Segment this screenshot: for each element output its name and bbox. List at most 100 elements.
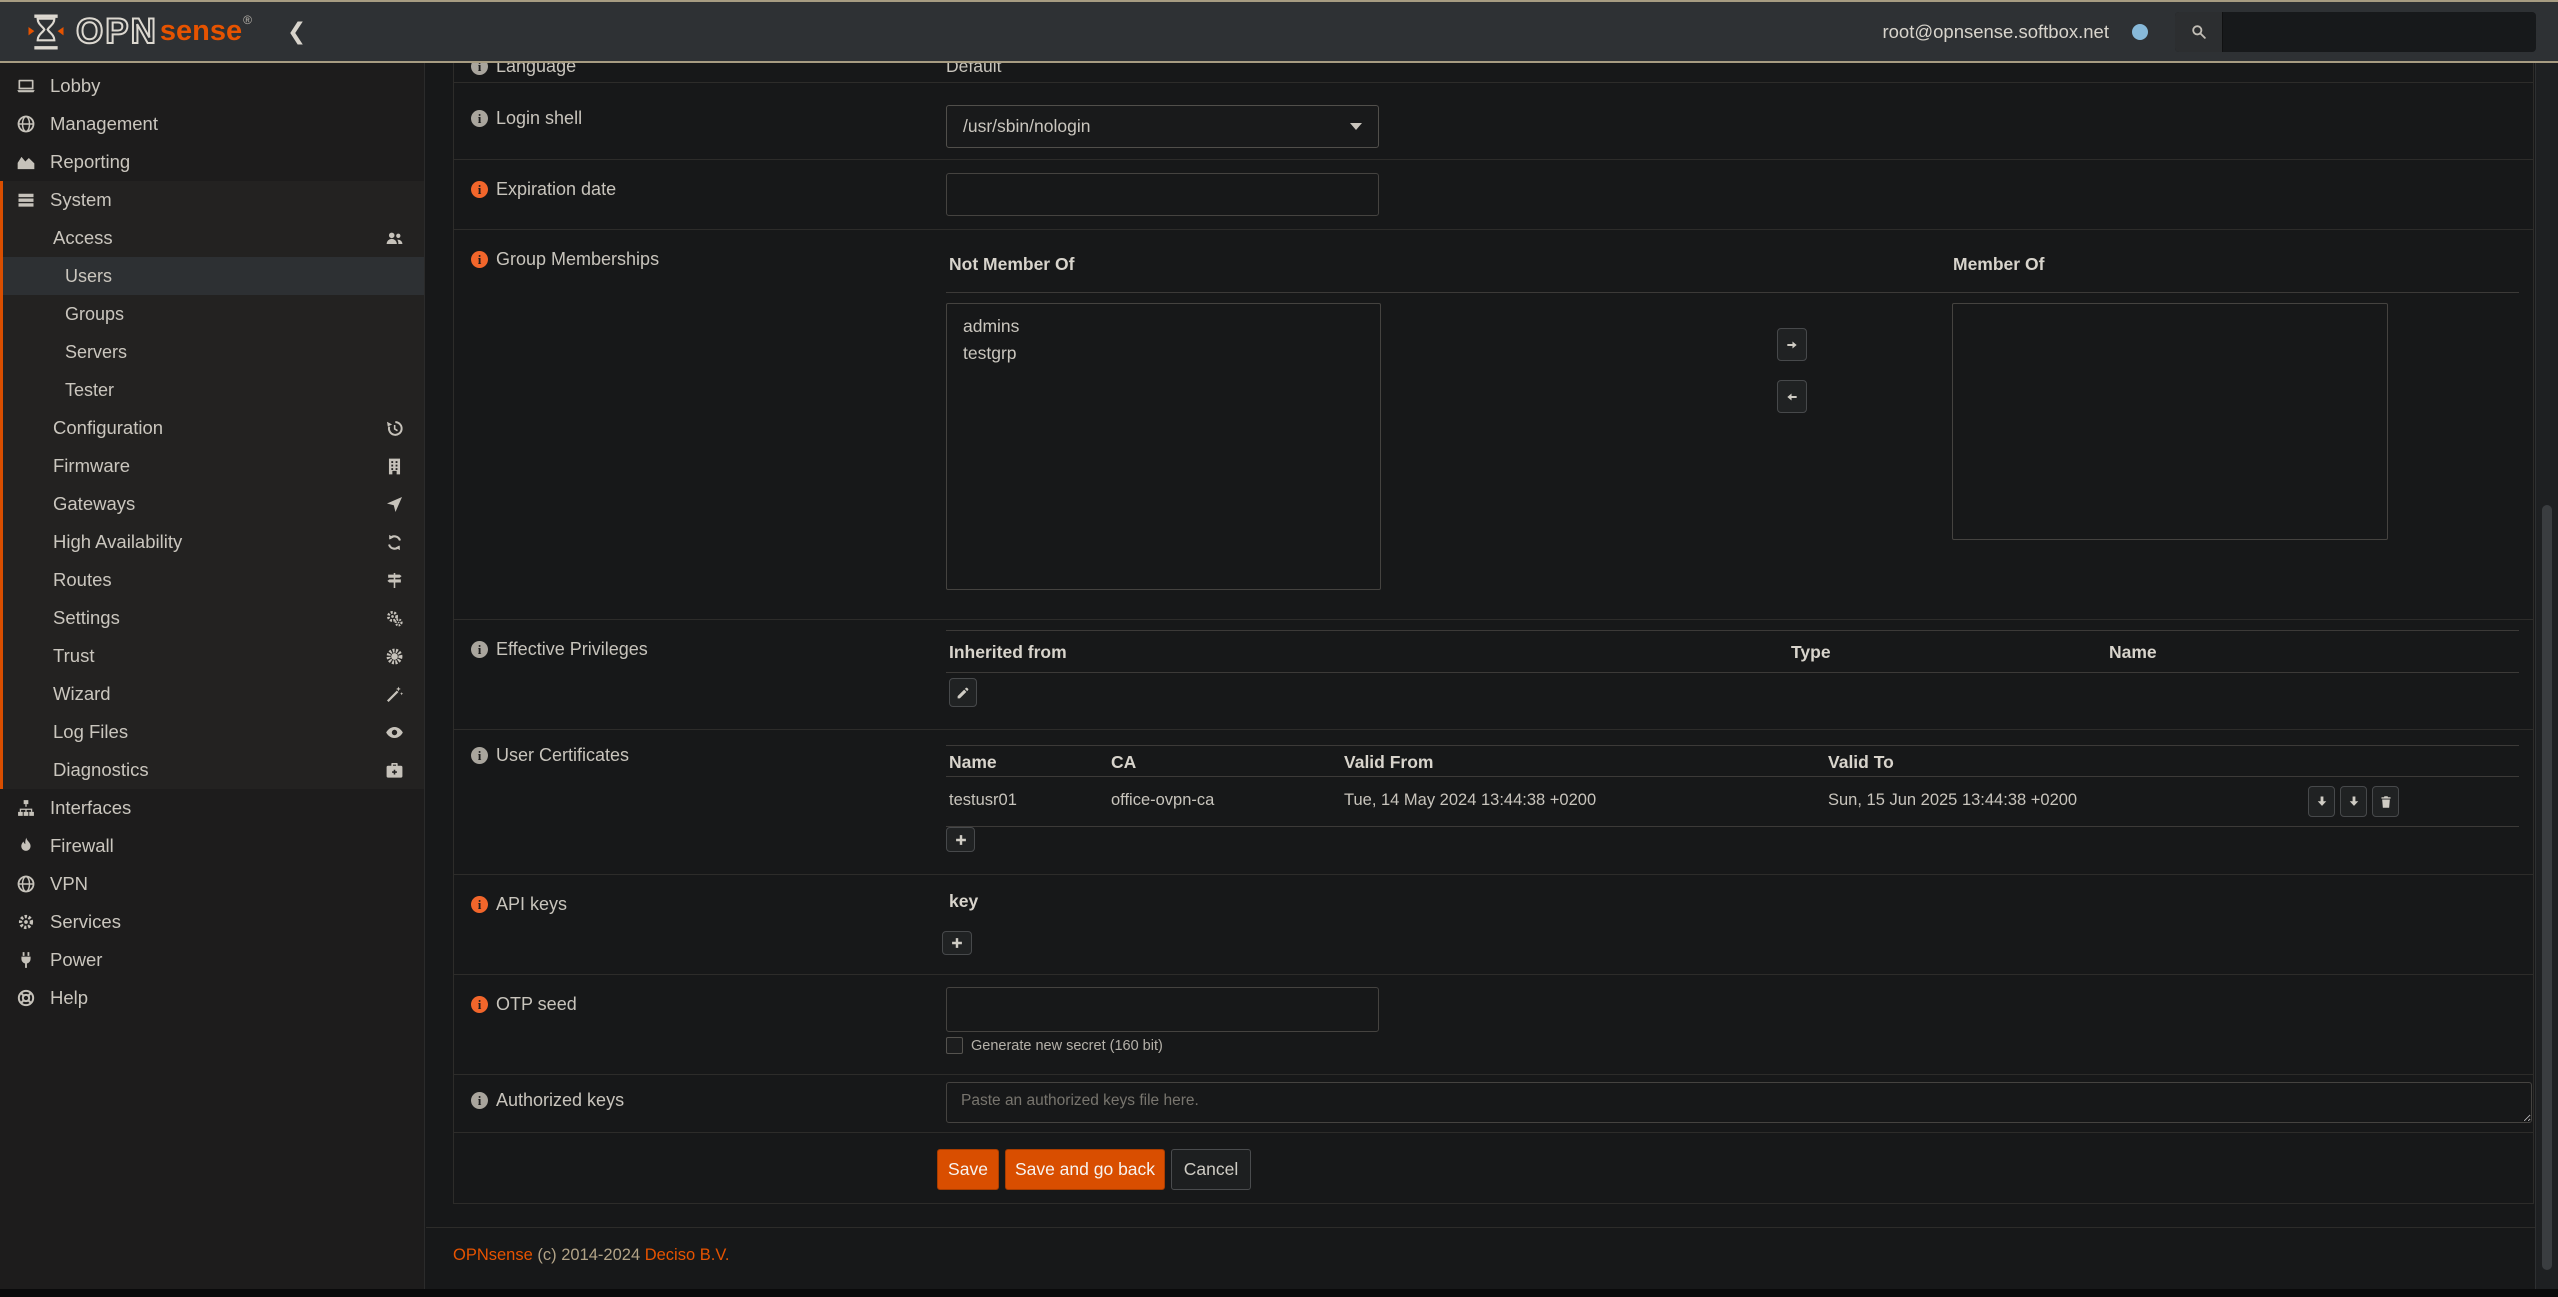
sidebar-item-configuration[interactable]: Configuration (3, 409, 424, 447)
sidebar-item-gateways[interactable]: Gateways (3, 485, 424, 523)
info-icon[interactable]: i (471, 896, 488, 913)
sidebar-item-system[interactable]: System (3, 181, 424, 219)
history-icon (385, 419, 404, 438)
opnsense-footer-link[interactable]: OPNsense (453, 1246, 533, 1264)
form-row-login-shell: i Login shell /usr/sbin/nologin (454, 83, 2533, 160)
expiration-date-input[interactable] (946, 173, 1379, 216)
info-icon[interactable]: i (471, 63, 488, 75)
delete-certificate-button[interactable] (2372, 786, 2399, 817)
sidebar-item-management[interactable]: Management (0, 105, 424, 143)
info-icon[interactable]: i (471, 181, 488, 198)
column-inherited-from: Inherited from (949, 642, 1067, 663)
pencil-icon (956, 686, 970, 700)
sidebar-item-label: Settings (53, 607, 120, 629)
certificate-valid-to: Sun, 15 Jun 2025 13:44:38 +0200 (1828, 791, 2077, 810)
certificate-name: testusr01 (949, 791, 1017, 810)
field-label: i API keys (471, 894, 567, 915)
authorized-keys-textarea[interactable] (946, 1082, 2532, 1123)
search-button[interactable] (2175, 12, 2223, 52)
list-item[interactable]: testgrp (947, 340, 1380, 367)
sidebar-item-label: Servers (65, 342, 127, 363)
download-certificate-button[interactable] (2308, 786, 2335, 817)
form-row-otp-seed: i OTP seed Generate new secret (160 bit) (454, 975, 2533, 1075)
login-shell-label: Login shell (496, 108, 582, 129)
sidebar-item-tester[interactable]: Tester (3, 371, 424, 409)
sidebar-item-servers[interactable]: Servers (3, 333, 424, 371)
form-row-language: i Language Default (454, 63, 2533, 83)
sidebar-item-settings[interactable]: Settings (3, 599, 424, 637)
field-label: i Language (471, 63, 576, 77)
fire-icon (14, 836, 38, 856)
opnsense-logo[interactable]: OPNsense® (26, 12, 251, 52)
main-content: i Language Default i Login shell /usr/sb… (426, 63, 2558, 1297)
sidebar-item-high-availability[interactable]: High Availability (3, 523, 424, 561)
opnsense-page: OPNsense® ❮ root@opnsense.softbox.net Lo… (0, 0, 2558, 1297)
sidebar-item-label: Routes (53, 569, 112, 591)
member-of-header: Member Of (1953, 254, 2044, 275)
info-icon[interactable]: i (471, 747, 488, 764)
privileges-table: Inherited from Type Name (946, 630, 2519, 673)
download-key-button[interactable] (2340, 786, 2367, 817)
sidebar-item-users[interactable]: Users (3, 257, 424, 295)
sidebar-item-label: Management (50, 113, 158, 135)
info-icon[interactable]: i (471, 1092, 488, 1109)
form-actions-row: Save Save and go back Cancel (454, 1133, 2533, 1204)
sidebar-item-interfaces[interactable]: Interfaces (0, 789, 424, 827)
sidebar-item-label: Trust (53, 645, 94, 667)
sidebar-item-routes[interactable]: Routes (3, 561, 424, 599)
plug-icon (14, 950, 38, 970)
generate-secret-checkbox[interactable] (946, 1037, 963, 1054)
remove-from-group-button[interactable] (1777, 380, 1807, 413)
login-shell-select[interactable]: /usr/sbin/nologin (946, 105, 1379, 148)
otp-seed-input[interactable] (946, 987, 1379, 1032)
not-member-of-listbox[interactable]: admins testgrp (946, 303, 1381, 590)
sidebar-item-wizard[interactable]: Wizard (3, 675, 424, 713)
search-icon (2190, 23, 2207, 40)
add-api-key-button[interactable] (942, 931, 972, 955)
column-valid-from: Valid From (1344, 752, 1433, 773)
sidebar-item-trust[interactable]: Trust (3, 637, 424, 675)
users-icon (385, 229, 404, 248)
sidebar-item-vpn[interactable]: VPN (0, 865, 424, 903)
list-item[interactable]: admins (947, 313, 1380, 340)
form-actions: Save Save and go back Cancel (937, 1149, 1251, 1190)
eye-icon (385, 723, 404, 742)
cancel-button[interactable]: Cancel (1171, 1149, 1251, 1190)
language-label: Language (496, 63, 576, 77)
save-button[interactable]: Save (937, 1149, 999, 1190)
deciso-footer-link[interactable]: Deciso B.V. (645, 1246, 730, 1264)
field-label: i Group Memberships (471, 249, 659, 270)
info-icon[interactable]: i (471, 996, 488, 1013)
sidebar-item-services[interactable]: Services (0, 903, 424, 941)
sidebar-item-groups[interactable]: Groups (3, 295, 424, 333)
collapse-sidebar-icon[interactable]: ❮ (287, 20, 306, 43)
sidebar-item-power[interactable]: Power (0, 941, 424, 979)
info-icon[interactable]: i (471, 641, 488, 658)
sidebar-item-label: Wizard (53, 683, 111, 705)
scrollbar-thumb[interactable] (2542, 505, 2552, 1270)
search-input[interactable] (2223, 12, 2536, 52)
edit-privileges-button[interactable] (949, 678, 977, 707)
sidebar-item-label: Groups (65, 304, 124, 325)
scrollbar-track[interactable] (2535, 63, 2558, 1289)
certificates-table: Name CA Valid From Valid To testusr01 of… (946, 745, 2519, 827)
sidebar-item-reporting[interactable]: Reporting (0, 143, 424, 181)
otp-seed-label: OTP seed (496, 994, 577, 1015)
generate-secret-option[interactable]: Generate new secret (160 bit) (946, 1037, 1163, 1054)
logged-in-user[interactable]: root@opnsense.softbox.net (1882, 21, 2109, 43)
sidebar-item-help[interactable]: Help (0, 979, 424, 1017)
member-of-listbox[interactable] (1952, 303, 2388, 540)
sidebar-item-log-files[interactable]: Log Files (3, 713, 424, 751)
certificate-icon (385, 647, 404, 666)
sidebar-item-diagnostics[interactable]: Diagnostics (3, 751, 424, 789)
add-to-group-button[interactable] (1777, 328, 1807, 361)
sidebar-item-access[interactable]: Access (3, 219, 424, 257)
sidebar-item-lobby[interactable]: Lobby (0, 67, 424, 105)
medkit-icon (385, 761, 404, 780)
sidebar-item-firewall[interactable]: Firewall (0, 827, 424, 865)
sidebar-item-firmware[interactable]: Firmware (3, 447, 424, 485)
save-and-go-back-button[interactable]: Save and go back (1005, 1149, 1165, 1190)
add-certificate-button[interactable] (946, 827, 975, 852)
info-icon[interactable]: i (471, 110, 488, 127)
info-icon[interactable]: i (471, 251, 488, 268)
